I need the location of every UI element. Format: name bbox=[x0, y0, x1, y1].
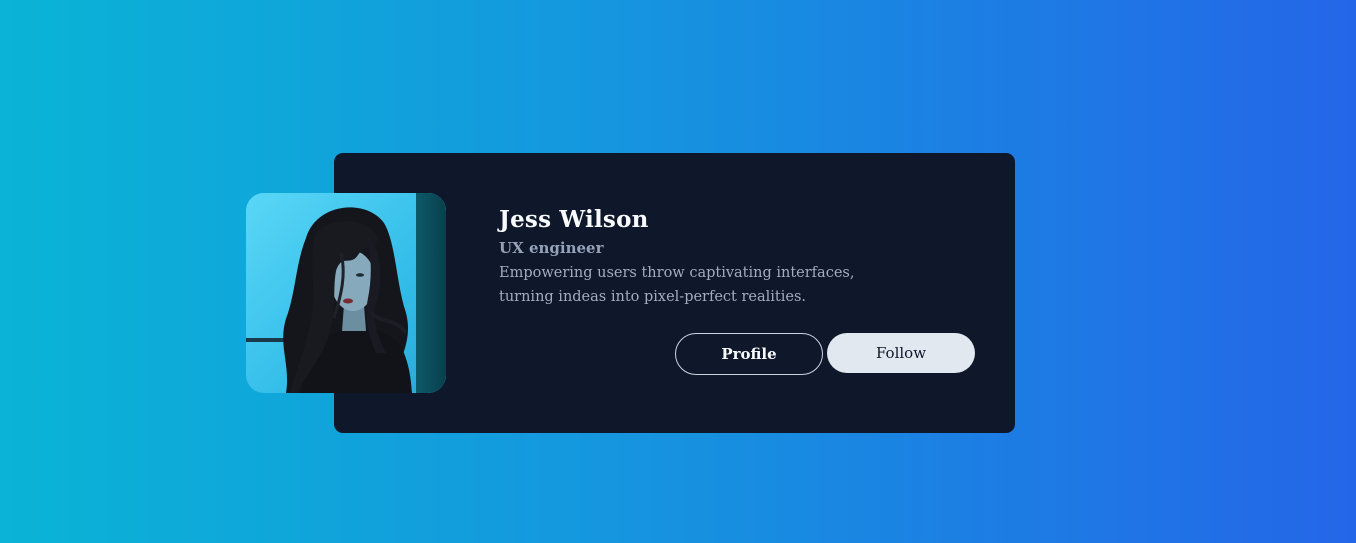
avatar bbox=[246, 193, 446, 393]
follow-button[interactable]: Follow bbox=[827, 333, 975, 373]
profile-name: Jess Wilson bbox=[499, 206, 649, 233]
profile-bio: Empowering users throw captivating inter… bbox=[499, 265, 855, 305]
profile-button[interactable]: Profile bbox=[675, 333, 823, 375]
profile-info: Jess Wilson UX engineer Empowering users… bbox=[499, 205, 919, 309]
profile-photo-icon bbox=[246, 193, 446, 393]
profile-role: UX engineer bbox=[499, 239, 604, 257]
